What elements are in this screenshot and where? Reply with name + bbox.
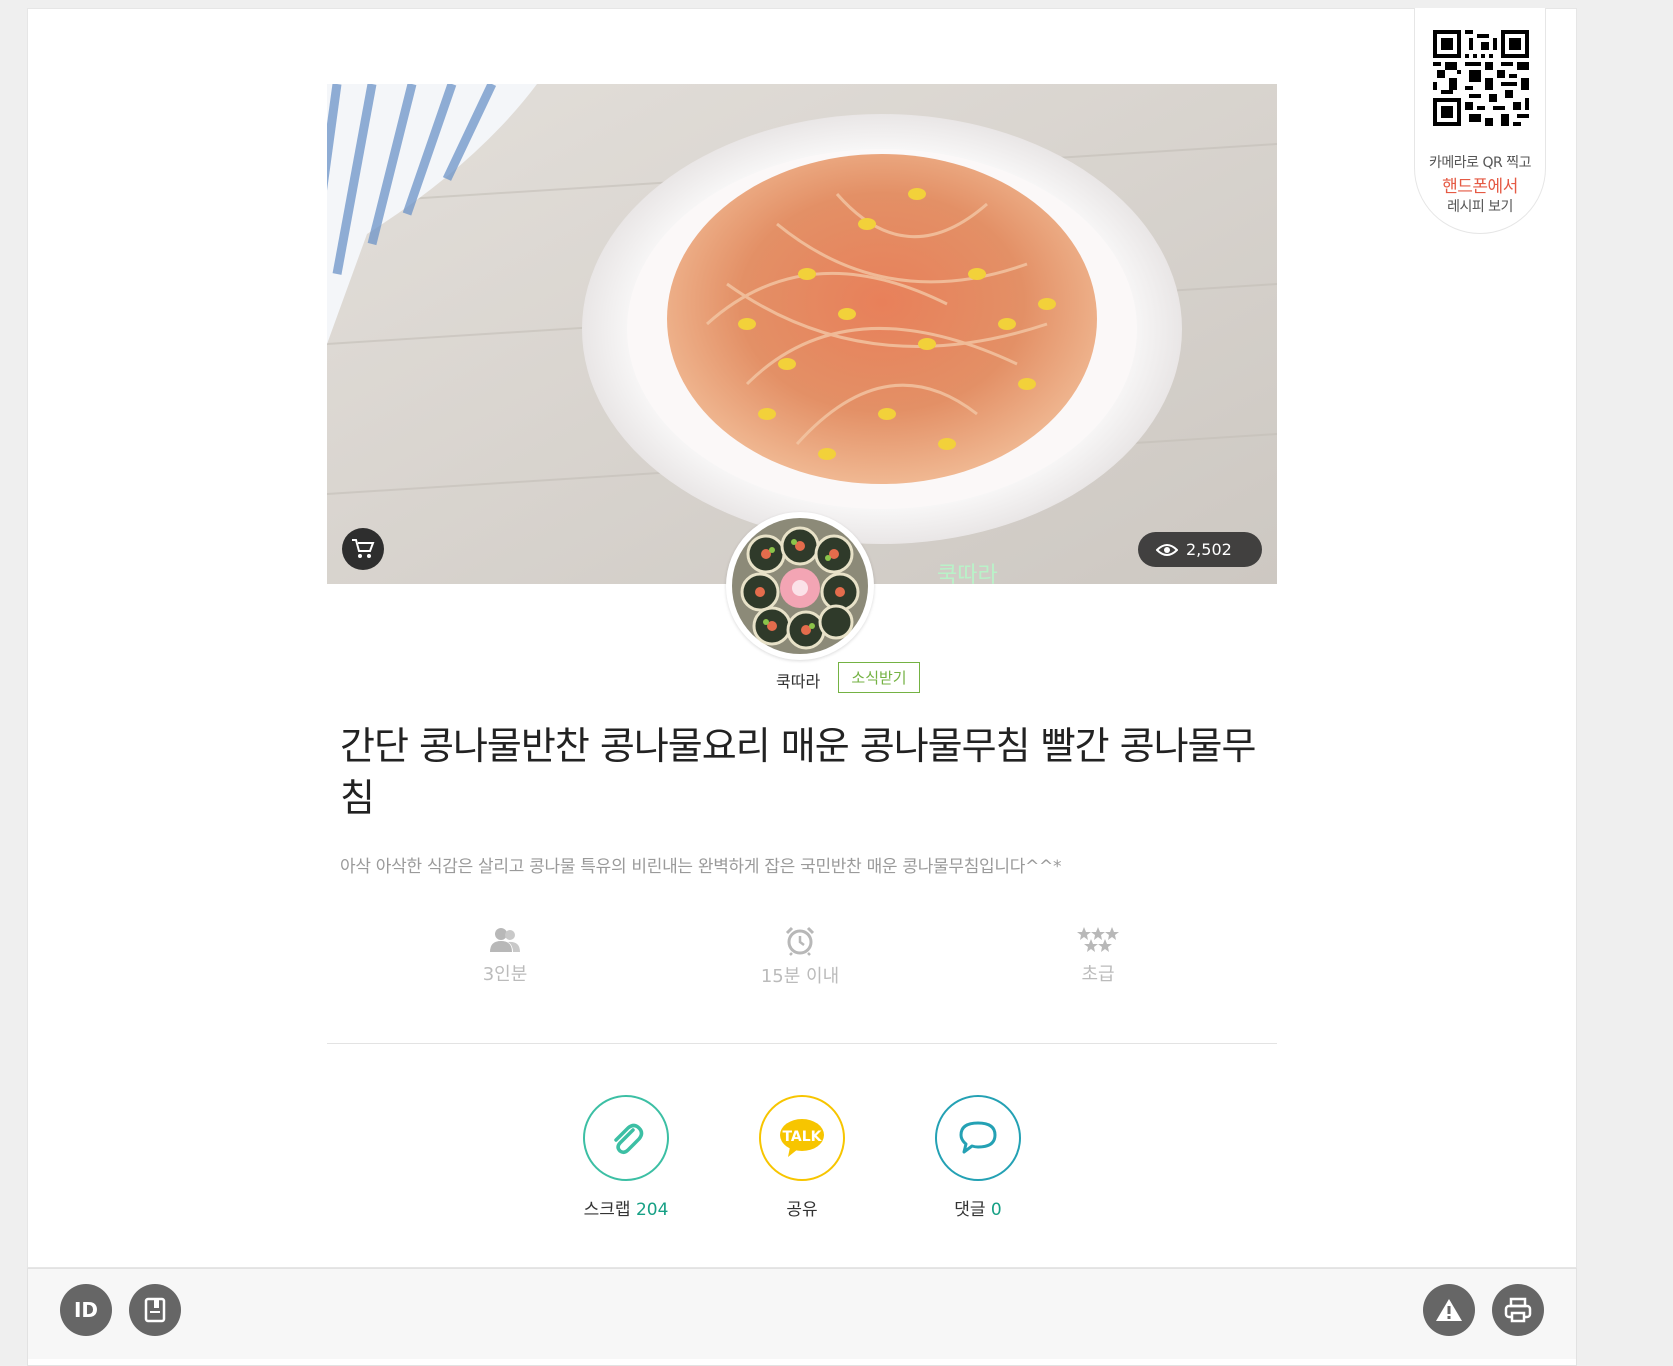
scrap-button[interactable] xyxy=(583,1095,669,1181)
scrap-action[interactable]: 스크랩 204 xyxy=(566,1095,686,1220)
qr-code-image xyxy=(1433,30,1529,126)
author-avatar[interactable] xyxy=(726,512,874,660)
report-button[interactable] xyxy=(1423,1284,1475,1336)
scrap-count: 204 xyxy=(635,1200,669,1220)
recipe-title: 간단 콩나물반찬 콩나물요리 매운 콩나물무침 빨간 콩나물무침 xyxy=(340,724,1256,820)
servings-value: 3인분 xyxy=(482,964,528,985)
qr-code-panel: 카메라로 QR 찍고 핸드폰에서 레시피 보기 xyxy=(1414,8,1546,234)
recipe-description: 아삭 아삭한 식감은 살리고 콩나물 특유의 비린내는 완벽하게 잡은 국민반찬… xyxy=(340,857,1062,877)
recipe-footer-bar xyxy=(27,1268,1577,1360)
comment-button[interactable] xyxy=(935,1095,1021,1181)
time-info: 15분 이내 xyxy=(720,926,880,988)
view-count-badge: 2,502 xyxy=(1138,532,1262,567)
warning-icon xyxy=(1436,1299,1462,1321)
alarm-clock-icon xyxy=(785,926,815,956)
stars-icon xyxy=(1077,927,1119,952)
section-divider xyxy=(327,1043,1277,1044)
printer-icon xyxy=(1504,1297,1532,1323)
qr-caption-line2: 핸드폰에서 xyxy=(1442,177,1518,197)
servings-info: 3인분 xyxy=(425,926,585,986)
speech-bubble-icon xyxy=(959,1121,997,1154)
comment-count: 0 xyxy=(990,1200,1002,1220)
print-button[interactable] xyxy=(1492,1284,1544,1336)
qr-caption-line3: 레시피 보기 xyxy=(1447,199,1513,215)
share-action[interactable]: TALK 공유 xyxy=(742,1095,862,1220)
talk-text: TALK xyxy=(782,1129,822,1145)
id-icon: ID xyxy=(73,1298,99,1322)
recipe-main-photo: 쿡따라 xyxy=(327,84,1277,584)
follow-button[interactable]: 소식받기 xyxy=(838,662,920,693)
comment-action[interactable]: 댓글 0 xyxy=(918,1095,1038,1220)
share-label: 공유 xyxy=(786,1200,818,1220)
cart-icon xyxy=(352,539,375,558)
people-icon xyxy=(490,928,520,952)
time-value: 15분 이내 xyxy=(760,966,840,987)
scrap-label: 스크랩 xyxy=(583,1200,631,1220)
notebook-icon xyxy=(144,1297,166,1323)
kakaotalk-share-button[interactable]: TALK xyxy=(759,1095,845,1181)
footer-bottom-strip xyxy=(27,1359,1577,1366)
difficulty-value: 초급 xyxy=(1081,964,1115,985)
paperclip-icon xyxy=(614,1123,644,1155)
view-count: 2,502 xyxy=(1186,540,1232,559)
author-name[interactable]: 쿡따라 xyxy=(776,668,820,692)
recipe-id-button[interactable]: ID xyxy=(60,1284,112,1336)
shopping-cart-button[interactable] xyxy=(342,528,384,570)
difficulty-info: 초급 xyxy=(1018,926,1178,986)
comment-label: 댓글 xyxy=(954,1200,986,1220)
qr-caption-line1: 카메라로 QR 찍고 xyxy=(1429,155,1531,171)
photo-watermark: 쿡따라 xyxy=(937,563,998,584)
recipe-note-button[interactable] xyxy=(129,1284,181,1336)
eye-icon xyxy=(1156,543,1178,556)
kakaotalk-icon: TALK xyxy=(780,1119,824,1157)
